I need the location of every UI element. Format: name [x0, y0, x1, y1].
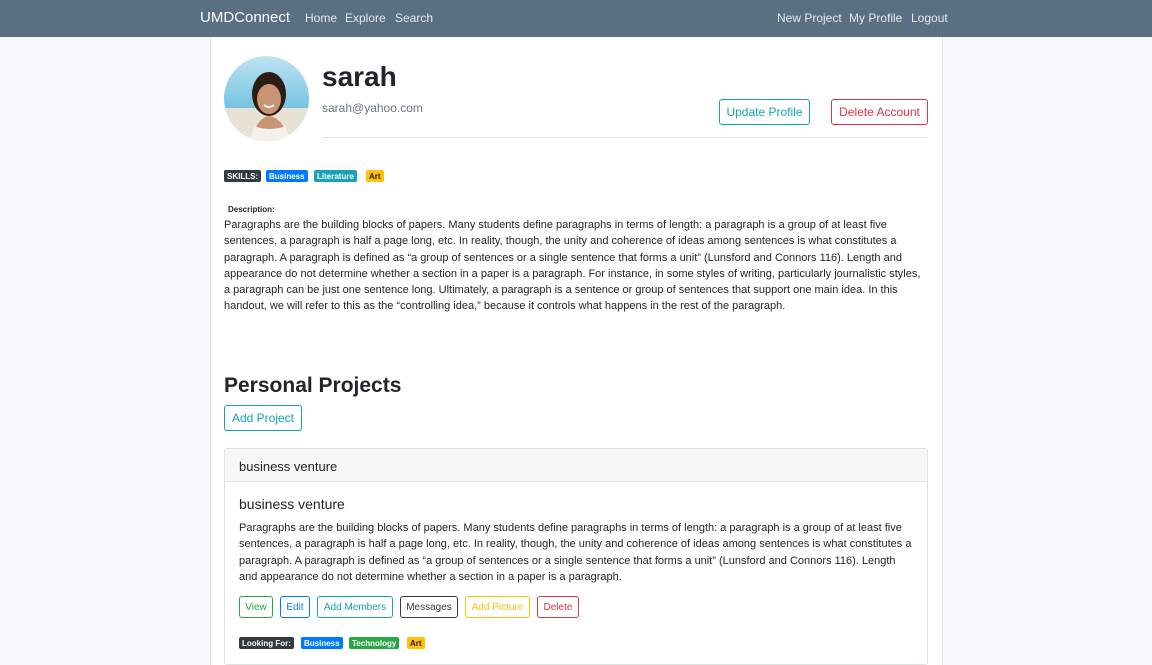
view-button[interactable]: View	[239, 596, 273, 618]
messages-button[interactable]: Messages	[400, 596, 458, 618]
avatar-photo-icon	[224, 56, 309, 141]
add-picture-button[interactable]: Add Picture	[465, 596, 530, 618]
nav-home[interactable]: Home	[305, 11, 337, 25]
project-title: business venture	[239, 496, 345, 512]
profile-name: sarah	[322, 61, 397, 92]
avatar	[224, 56, 309, 141]
delete-account-button[interactable]: Delete Account	[831, 99, 928, 125]
delete-project-button[interactable]: Delete	[537, 596, 579, 618]
update-profile-button[interactable]: Update Profile	[719, 99, 810, 125]
looking-for-label: Looking For:	[239, 637, 294, 649]
project-description: Paragraphs are the building blocks of pa…	[239, 522, 912, 583]
nav-explore[interactable]: Explore	[345, 11, 386, 25]
navbar: UMDConnect Home Explore Search New Proje…	[0, 0, 1152, 37]
looking-for-badge: Business	[301, 637, 343, 649]
brand-link[interactable]: UMDConnect	[200, 9, 290, 26]
add-project-button[interactable]: Add Project	[224, 405, 302, 431]
profile-email: sarah@yahoo.com	[322, 101, 423, 115]
skills-label: SKILLS:	[224, 170, 262, 182]
edit-button[interactable]: Edit	[280, 596, 310, 618]
header-divider	[322, 137, 928, 138]
project-card-header-title: business venture	[239, 459, 338, 474]
skill-badge: Business	[266, 170, 308, 182]
nav-logout[interactable]: Logout	[911, 11, 948, 25]
add-members-button[interactable]: Add Members	[317, 596, 393, 618]
nav-my-profile[interactable]: My Profile	[849, 11, 902, 25]
looking-for-badge: Art	[407, 637, 425, 649]
looking-for-badge: Technology	[349, 637, 400, 649]
nav-search[interactable]: Search	[395, 11, 433, 25]
section-title: Personal Projects	[224, 374, 402, 397]
project-card-header: business venture	[225, 449, 927, 482]
nav-new-project[interactable]: New Project	[777, 11, 842, 25]
description-text: Paragraphs are the building blocks of pa…	[224, 219, 921, 313]
skill-badge: Art	[366, 170, 384, 182]
description-label: Description:	[228, 205, 275, 214]
skill-badge: Literature	[314, 170, 357, 182]
